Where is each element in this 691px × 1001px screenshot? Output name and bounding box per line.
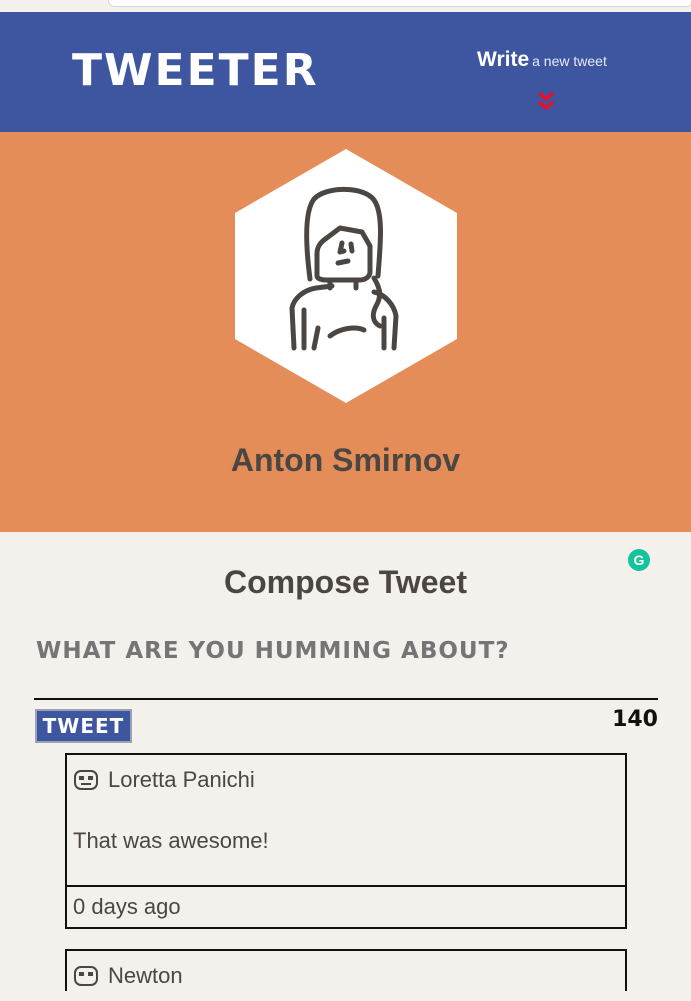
- tweet-footer: 0 days ago: [67, 885, 625, 927]
- tweet-age: 0 days ago: [73, 894, 181, 919]
- tweet-body: That was awesome!: [67, 805, 625, 885]
- profile-section: Anton Smirnov: [0, 132, 691, 532]
- brand-logo[interactable]: TWEETER: [72, 46, 319, 96]
- browser-address-bar[interactable]: [108, 0, 691, 7]
- tweet-author: Loretta Panichi: [108, 767, 255, 792]
- tweet-card: Loretta Panichi That was awesome! 0 days…: [65, 753, 627, 929]
- woman-avatar-icon: [235, 149, 457, 403]
- tweet-text-input[interactable]: [36, 638, 636, 664]
- character-counter: 140: [612, 707, 658, 732]
- double-chevron-down-icon[interactable]: [537, 90, 555, 112]
- profile-name: Anton Smirnov: [230, 442, 461, 478]
- browser-top-strip: [0, 0, 691, 12]
- write-new-tweet-link[interactable]: Write a new tweet: [477, 48, 607, 72]
- tweet-header: Newton: [67, 951, 625, 1001]
- tweet-header: Loretta Panichi: [67, 755, 625, 805]
- tweet-author: Newton: [108, 963, 183, 988]
- write-label: Write: [477, 48, 530, 71]
- compose-title: Compose Tweet: [224, 564, 467, 600]
- tweet-text: That was awesome!: [73, 828, 269, 853]
- tweet-submit-button[interactable]: Tweet: [35, 709, 132, 743]
- pixel-face-icon: [74, 770, 98, 790]
- compose-underline: [34, 698, 658, 700]
- top-nav: TWEETER Write a new tweet: [0, 12, 691, 132]
- tweet-card: Newton: [65, 949, 627, 991]
- write-rest-label: a new tweet: [532, 53, 607, 69]
- pixel-face-icon: [74, 966, 98, 986]
